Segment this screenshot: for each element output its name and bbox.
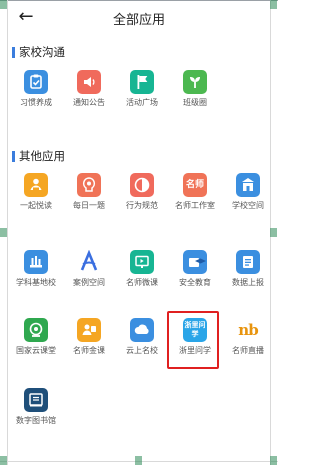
app-label: 每日一题 [73, 201, 105, 210]
gold-class-icon [77, 318, 101, 342]
app-famous-teacher-studio[interactable]: 名师 名师工作室 [169, 173, 221, 211]
app-label: 数据上报 [232, 278, 264, 287]
app-class-circle[interactable]: 班级圈 [169, 70, 221, 108]
letter-a-icon [77, 249, 101, 274]
app-label: 通知公告 [73, 98, 105, 107]
resize-handle[interactable] [270, 456, 277, 465]
screen-play-icon [130, 250, 154, 274]
app-daily-question[interactable]: 每日一题 [63, 173, 115, 211]
half-circle-icon [130, 173, 154, 197]
app-label: 班级圈 [183, 98, 207, 107]
cloud-class-icon [24, 318, 48, 342]
app-label: 国家云课堂 [16, 346, 56, 355]
page-title: 全部应用 [112, 13, 165, 28]
sprout-icon [183, 70, 207, 94]
app-teacher-live[interactable]: nb 名师直播 [222, 318, 274, 356]
section-title-other-apps: 其他应用 [12, 148, 65, 164]
app-label: 学科基地校 [16, 278, 56, 287]
resize-handle[interactable] [0, 0, 7, 9]
app-label: 学校空间 [232, 201, 264, 210]
flag-icon [130, 70, 154, 94]
resize-handle[interactable] [0, 228, 7, 237]
app-case-space[interactable]: 案例空间 [63, 249, 115, 288]
app-activity-square[interactable]: 活动广场 [116, 70, 168, 108]
nb-logo-icon: nb [236, 318, 260, 342]
app-digital-library[interactable]: 数字图书馆 [10, 388, 62, 426]
frame-top [0, 0, 278, 1]
app-label: 名师金课 [73, 346, 105, 355]
school-icon [236, 173, 260, 197]
app-teacher-gold-class[interactable]: 名师金课 [63, 318, 115, 356]
cloud-school-icon [130, 318, 154, 342]
resize-handle[interactable] [0, 456, 7, 465]
app-label: 案例空间 [73, 278, 105, 287]
app-cloud-famous-school[interactable]: 云上名校 [116, 318, 168, 356]
famous-teacher-icon: 名师 [183, 173, 207, 197]
app-notice[interactable]: 通知公告 [63, 70, 115, 108]
app-data-report[interactable]: 数据上报 [222, 250, 274, 288]
app-label: 行为规范 [126, 201, 158, 210]
report-icon [236, 250, 260, 274]
resize-handle[interactable] [270, 0, 277, 9]
app-subject-base-school[interactable]: 学科基地校 [10, 250, 62, 288]
app-teacher-micro-class[interactable]: 名师微课 [116, 250, 168, 288]
resize-handle[interactable] [135, 456, 142, 465]
app-safety-education[interactable]: 安全教育 [169, 250, 221, 288]
app-national-cloud-class[interactable]: 国家云课堂 [10, 318, 62, 356]
app-label: 名师工作室 [175, 201, 215, 210]
app-behavior-norms[interactable]: 行为规范 [116, 173, 168, 211]
clipboard-check-icon [24, 70, 48, 94]
digital-library-icon [24, 388, 48, 412]
header: ← 全部应用 [8, 2, 270, 34]
resize-handle[interactable] [270, 228, 277, 237]
speaker-icon [77, 70, 101, 94]
app-label: 名师直播 [232, 346, 264, 355]
reader-icon [24, 173, 48, 197]
section-title-home-school: 家校沟通 [12, 44, 65, 60]
shield-cap-icon [183, 250, 207, 274]
app-label: 安全教育 [179, 278, 211, 287]
selection-highlight [167, 311, 219, 369]
frame-left [7, 0, 8, 465]
app-label: 活动广场 [126, 98, 158, 107]
app-label: 一起悦读 [20, 201, 52, 210]
app-label: 名师微课 [126, 278, 158, 287]
bulb-head-icon [77, 173, 101, 197]
app-read-together[interactable]: 一起悦读 [10, 173, 62, 211]
app-label: 习惯养成 [20, 98, 52, 107]
app-label: 数字图书馆 [16, 416, 56, 425]
base-icon [24, 250, 48, 274]
app-habit-building[interactable]: 习惯养成 [10, 70, 62, 108]
app-label: 云上名校 [126, 346, 158, 355]
app-school-space[interactable]: 学校空间 [222, 173, 274, 211]
